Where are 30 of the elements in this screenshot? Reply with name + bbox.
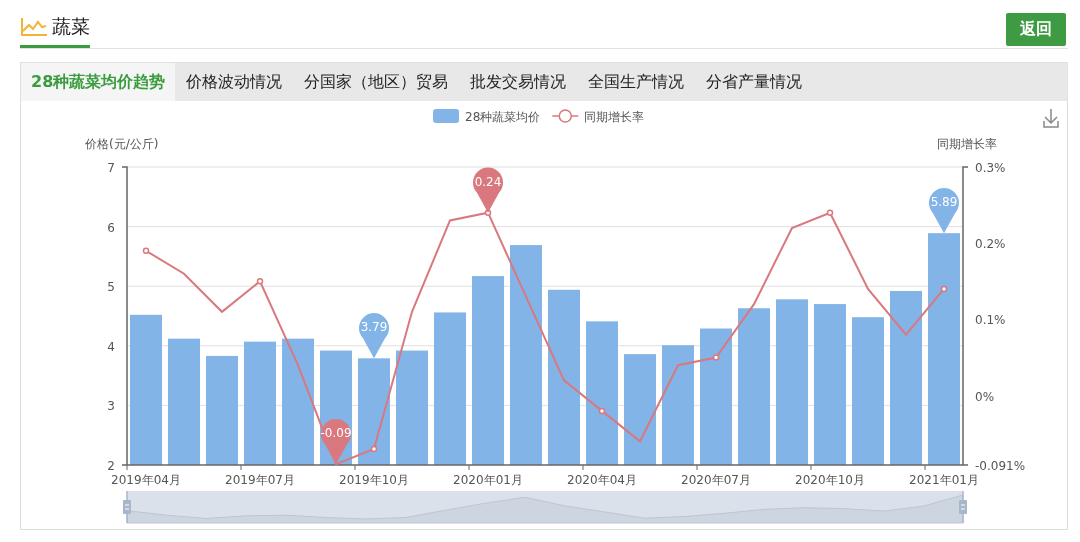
axis-tick-label: 2019年04月 <box>111 473 181 487</box>
axis-title: 价格(元/公斤) <box>85 137 159 151</box>
section-title: 蔬菜 <box>52 14 90 39</box>
annotation: 0.24 <box>474 174 502 189</box>
value-pin: 5.89 <box>929 187 959 234</box>
axis-tick-label: 0.1% <box>975 313 1006 328</box>
axis-tick-label: 0.3% <box>975 161 1006 175</box>
axis-title: 同期增长率 <box>937 137 997 151</box>
axis-tick-label: 0.2% <box>975 237 1006 252</box>
axis-tick-label: 2020年01月 <box>453 473 523 487</box>
axis-tick-label: 3 <box>107 399 115 414</box>
axis-tick-label: 2020年07月 <box>681 473 751 487</box>
annotation: 5.89 <box>930 195 958 210</box>
axis-tick-label: 2020年04月 <box>567 473 637 487</box>
axis-tick-label: 4 <box>107 339 115 354</box>
value-pin: 0.24 <box>473 167 503 213</box>
axis-tick-label: 2019年10月 <box>339 473 409 487</box>
axis-tick-label: 5 <box>107 280 115 295</box>
axis-tick-label: 2019年07月 <box>225 473 295 487</box>
axis-tick-label: 0% <box>975 389 995 404</box>
axis-tick-label: 6 <box>107 220 115 235</box>
axis-tick-label: 2021年01月 <box>909 473 979 487</box>
axis-tick-label: -0.091% <box>975 459 1026 473</box>
annotation: 3.79 <box>360 320 388 335</box>
annotation: -0.09 <box>320 426 352 441</box>
value-pin: -0.09 <box>320 419 352 465</box>
axis-tick-label: 2020年10月 <box>795 473 865 487</box>
axis-tick-label: 2 <box>107 459 115 473</box>
axis-tick-label: 7 <box>107 161 115 175</box>
value-pin: 3.79 <box>359 313 389 359</box>
